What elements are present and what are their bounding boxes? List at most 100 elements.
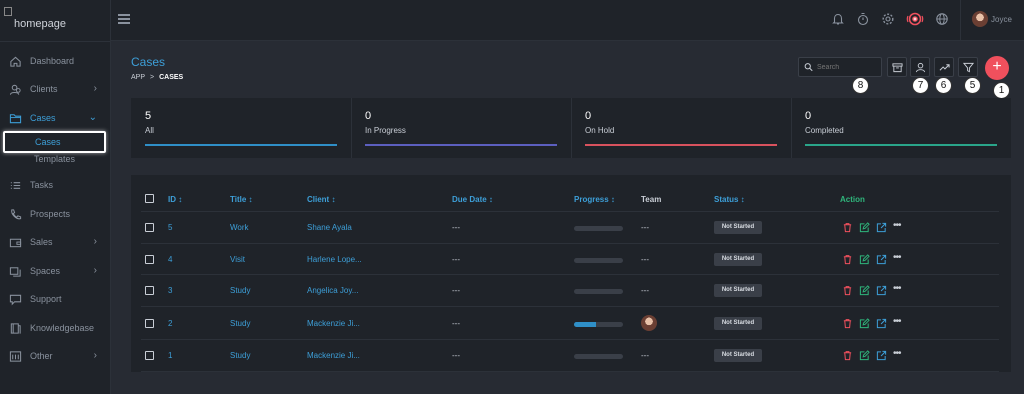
sidebar-item-sales[interactable]: Sales ›	[0, 231, 111, 253]
chevron-right-icon: ›	[93, 350, 97, 361]
cell-id[interactable]: 1	[168, 351, 172, 360]
sidebar-item-knowledgebase[interactable]: Knowledgebase	[0, 317, 111, 339]
row-checkbox[interactable]	[145, 255, 154, 264]
sidebar-subitem-cases[interactable]: Cases	[3, 131, 106, 153]
edit-icon[interactable]	[859, 350, 870, 361]
callout-marker: 5	[964, 77, 981, 94]
edit-icon[interactable]	[859, 222, 870, 233]
sidebar-item-support[interactable]: Support	[0, 288, 111, 310]
sidebar-item-label: Prospects	[30, 209, 71, 219]
open-external-icon[interactable]	[876, 254, 887, 265]
user-name[interactable]: Joyce	[991, 15, 1012, 24]
column-header-status[interactable]: Status ↕	[714, 195, 745, 204]
cell-client[interactable]: Harlene Lope...	[307, 255, 362, 264]
timer-icon[interactable]	[856, 12, 870, 26]
progress-bar	[574, 289, 623, 294]
stats-button[interactable]	[934, 57, 954, 77]
cell-title[interactable]: Study	[230, 286, 250, 295]
cell-title[interactable]: Work	[230, 223, 249, 232]
delete-icon[interactable]	[842, 285, 853, 296]
wallet-icon	[0, 236, 30, 249]
cell-client[interactable]: Mackenzie Ji...	[307, 351, 360, 360]
row-divider	[141, 243, 999, 244]
user-icon	[915, 62, 925, 72]
stat-label: On Hold	[585, 126, 615, 135]
row-checkbox[interactable]	[145, 319, 154, 328]
search-box[interactable]	[798, 57, 882, 77]
stat-completed[interactable]: 0 Completed	[791, 98, 1011, 158]
cell-title[interactable]: Study	[230, 351, 250, 360]
more-options-icon[interactable]: •••	[893, 348, 901, 359]
team-member-avatar[interactable]	[641, 315, 657, 331]
sidebar-item-other[interactable]: Other ›	[0, 345, 111, 367]
delete-icon[interactable]	[842, 350, 853, 361]
users-icon	[0, 83, 30, 96]
sidebar-item-prospects[interactable]: Prospects	[0, 203, 111, 225]
breadcrumb-app[interactable]: APP	[131, 74, 145, 81]
cell-id[interactable]: 2	[168, 319, 172, 328]
sidebar-item-label: Spaces	[30, 266, 61, 276]
cell-client[interactable]: Mackenzie Ji...	[307, 319, 360, 328]
row-checkbox[interactable]	[145, 223, 154, 232]
sidebar-item-cases[interactable]: Cases ⌄	[0, 107, 111, 129]
cell-title[interactable]: Visit	[230, 255, 245, 264]
row-checkbox[interactable]	[145, 351, 154, 360]
cell-id[interactable]: 3	[168, 286, 172, 295]
record-icon[interactable]	[906, 12, 924, 26]
gear-icon[interactable]	[881, 12, 895, 26]
column-header-due-date[interactable]: Due Date ↕	[452, 195, 493, 204]
select-all-checkbox[interactable]	[145, 194, 154, 203]
sidebar-divider	[0, 41, 111, 42]
layers-icon	[0, 265, 30, 278]
globe-icon[interactable]	[935, 12, 949, 26]
edit-icon[interactable]	[859, 254, 870, 265]
delete-icon[interactable]	[842, 318, 853, 329]
user-filter-button[interactable]	[910, 57, 930, 77]
more-options-icon[interactable]: •••	[893, 220, 901, 231]
stat-all[interactable]: 5 All	[131, 98, 351, 158]
cell-due-date: ---	[452, 255, 460, 264]
archive-button[interactable]	[887, 57, 907, 77]
column-header-client[interactable]: Client ↕	[307, 195, 335, 204]
logo-alt-text: homepage	[14, 18, 66, 30]
row-divider	[141, 371, 999, 372]
bell-icon[interactable]	[831, 12, 845, 26]
sidebar-item-dashboard[interactable]: Dashboard	[0, 50, 111, 72]
cell-id[interactable]: 4	[168, 255, 172, 264]
chat-icon	[0, 293, 30, 306]
column-header-progress[interactable]: Progress ↕	[574, 195, 615, 204]
more-options-icon[interactable]: •••	[893, 283, 901, 294]
add-case-button[interactable]: +	[985, 56, 1009, 80]
cell-client[interactable]: Shane Ayala	[307, 223, 352, 232]
edit-icon[interactable]	[859, 285, 870, 296]
sidebar-item-tasks[interactable]: Tasks	[0, 174, 111, 196]
search-input[interactable]	[817, 63, 881, 71]
more-options-icon[interactable]: •••	[893, 252, 901, 263]
cell-id[interactable]: 5	[168, 223, 172, 232]
sidebar-item-clients[interactable]: Clients ›	[0, 78, 111, 100]
sidebar-subitem-templates[interactable]: Templates	[34, 154, 75, 164]
open-external-icon[interactable]	[876, 285, 887, 296]
cell-title[interactable]: Study	[230, 319, 250, 328]
open-external-icon[interactable]	[876, 318, 887, 329]
stat-label: All	[145, 126, 154, 135]
row-checkbox[interactable]	[145, 286, 154, 295]
cell-client[interactable]: Angelica Joy...	[307, 286, 358, 295]
sidebar-item-spaces[interactable]: Spaces ›	[0, 260, 111, 282]
edit-icon[interactable]	[859, 318, 870, 329]
delete-icon[interactable]	[842, 222, 853, 233]
stat-in-progress[interactable]: 0 In Progress	[351, 98, 571, 158]
stat-on-hold[interactable]: 0 On Hold	[571, 98, 791, 158]
chevron-right-icon: ›	[93, 265, 97, 276]
plus-icon: +	[992, 58, 1002, 75]
more-options-icon[interactable]: •••	[893, 316, 901, 327]
delete-icon[interactable]	[842, 254, 853, 265]
column-header-title[interactable]: Title ↕	[230, 195, 253, 204]
column-header-id[interactable]: ID ↕	[168, 195, 182, 204]
open-external-icon[interactable]	[876, 350, 887, 361]
menu-toggle-icon[interactable]	[118, 14, 130, 24]
logo[interactable]: homepage	[4, 7, 104, 31]
user-avatar[interactable]	[972, 11, 988, 27]
filter-button[interactable]	[958, 57, 978, 77]
open-external-icon[interactable]	[876, 222, 887, 233]
